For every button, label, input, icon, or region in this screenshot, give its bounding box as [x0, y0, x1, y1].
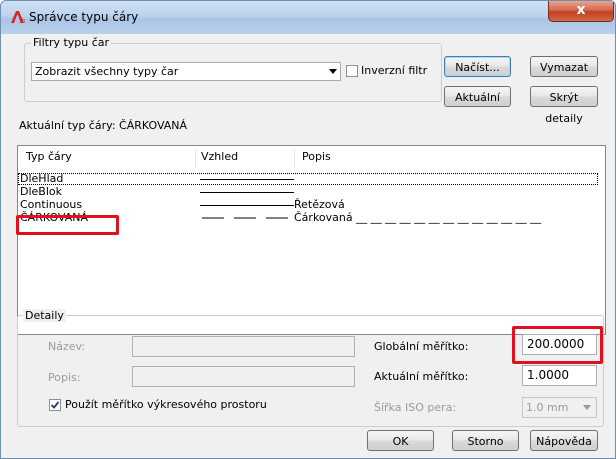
chevron-down-icon: [329, 69, 337, 74]
linetype-list[interactable]: Typ čáry Vzhled Popis DleHlad DleBlok Co…: [17, 145, 606, 335]
linetype-manager-window: 10 Správce typu čáry x Filtry typu čar Z…: [0, 0, 616, 459]
chevron-down-icon: [583, 405, 591, 410]
svg-text:10: 10: [19, 19, 25, 24]
column-divider: [195, 149, 196, 167]
highlight-box-global-scale: [512, 326, 603, 364]
iso-pen-width-value: 1.0 mm: [526, 401, 569, 414]
global-scale-label: Globální měřítko:: [374, 340, 469, 353]
iso-pen-width-label: Šířka ISO pera:: [374, 401, 457, 414]
help-button[interactable]: Nápověda: [530, 430, 598, 451]
linetype-name: Continuous: [20, 198, 83, 211]
filter-select[interactable]: Zobrazit všechny typy čar: [31, 62, 341, 81]
linetype-name: DleHlad: [20, 172, 64, 185]
title-bar[interactable]: 10 Správce typu čáry x: [1, 1, 615, 34]
linetype-preview: [200, 179, 294, 180]
autocad-app-icon: 10: [11, 11, 25, 24]
highlight-box-linetype: [16, 215, 119, 235]
linetype-preview: [200, 192, 294, 193]
hide-details-button[interactable]: Skrýt detaily: [530, 86, 598, 125]
linetype-description: Čárkovaná __ __ __ __ __ __ __ __ __ __ …: [294, 211, 542, 224]
filter-select-value: Zobrazit všechny typy čar: [35, 65, 179, 78]
window-title: Správce typu čáry: [29, 10, 139, 24]
dialog-body: Filtry typu čar Zobrazit všechny typy ča…: [7, 34, 610, 452]
iso-pen-width-select[interactable]: 1.0 mm: [522, 397, 597, 418]
name-label: Název:: [48, 340, 86, 353]
use-paper-scale-label: Použít měřítko výkresového prostoru: [65, 398, 267, 411]
table-row[interactable]: DleBlok: [18, 186, 598, 198]
details-group-label: Detaily: [23, 309, 66, 322]
filters-group-label: Filtry typu čar: [31, 36, 112, 49]
description-field[interactable]: [132, 366, 355, 387]
linetype-description: Řetězová: [294, 198, 345, 211]
current-linetype-text: Aktuální typ čáry: ČÁRKOVANÁ: [19, 119, 188, 132]
close-button[interactable]: x: [548, 1, 614, 22]
column-header-description[interactable]: Popis: [302, 150, 331, 163]
linetype-preview: [200, 205, 294, 206]
name-field[interactable]: [132, 336, 355, 357]
description-label: Popis:: [48, 371, 81, 384]
column-divider: [294, 149, 295, 167]
delete-button[interactable]: Vymazat: [530, 56, 598, 77]
table-row[interactable]: Continuous Řetězová: [18, 199, 598, 211]
checkmark-icon: [50, 401, 60, 409]
set-current-button[interactable]: Aktuální: [444, 86, 511, 107]
table-row[interactable]: DleHlad: [18, 173, 598, 185]
column-header-appearance[interactable]: Vzhled: [201, 150, 238, 163]
linetype-preview: [202, 217, 294, 219]
close-icon: x: [576, 2, 586, 18]
linetype-name: DleBlok: [20, 185, 62, 198]
load-button[interactable]: Načíst...: [444, 56, 511, 77]
ok-button[interactable]: OK: [367, 430, 434, 451]
use-paper-scale-checkbox[interactable]: [49, 399, 61, 411]
cancel-button[interactable]: Storno: [452, 430, 519, 451]
current-scale-label: Aktuální měřítko:: [374, 370, 469, 383]
column-header-type[interactable]: Typ čáry: [26, 150, 72, 163]
invert-filter-checkbox[interactable]: [346, 65, 358, 77]
invert-filter-label: Inverzní filtr: [361, 64, 428, 77]
current-scale-input[interactable]: 1.0000: [522, 365, 597, 386]
